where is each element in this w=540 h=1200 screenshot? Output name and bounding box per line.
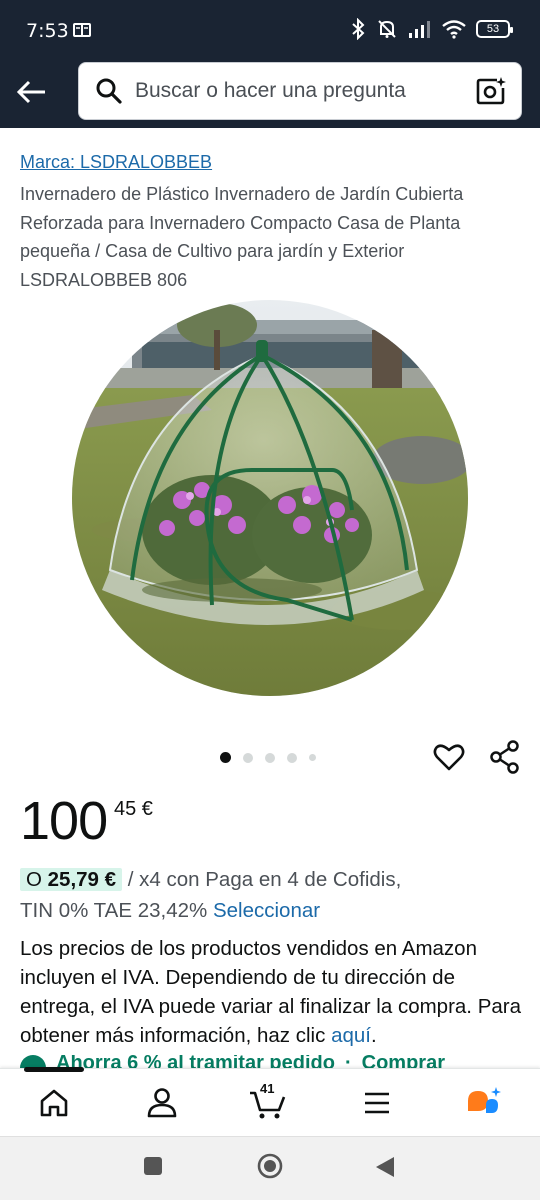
search-header: Buscar o hacer una pregunta: [0, 58, 540, 128]
home-icon[interactable]: [34, 1083, 74, 1123]
installment-prefix: O: [26, 868, 42, 891]
price-fraction: 45 €: [114, 798, 153, 820]
vat-end: .: [370, 1024, 377, 1047]
price-whole: 100: [20, 791, 108, 851]
financing-terms: TIN 0% TAE 23,42%: [20, 899, 208, 922]
installment-text: / x4 con Paga en 4 de Cofidis,: [127, 868, 402, 891]
active-tab-indicator: [24, 1067, 84, 1072]
brand-link[interactable]: Marca: LSDRALOBBEB: [20, 152, 212, 173]
rufus-icon[interactable]: [464, 1083, 504, 1123]
signal-icon: [409, 21, 430, 38]
carousel-dot[interactable]: [309, 754, 316, 761]
share-icon[interactable]: [488, 739, 522, 775]
wifi-icon: [442, 20, 466, 39]
menu-icon[interactable]: [357, 1083, 397, 1123]
recent-apps-icon[interactable]: [142, 1155, 164, 1177]
battery-icon: 53: [476, 20, 513, 38]
cart-count: 41: [260, 1081, 275, 1096]
search-input[interactable]: Buscar o hacer una pregunta: [78, 62, 522, 120]
carousel-dot[interactable]: [220, 752, 231, 763]
news-notification-icon: [73, 23, 91, 37]
vat-text: Los precios de los productos vendidos en…: [20, 937, 521, 1047]
product-title: Invernadero de Plástico Invernadero de J…: [20, 184, 464, 290]
status-bar: 7:53 53: [0, 0, 540, 58]
back-button-icon[interactable]: [374, 1155, 396, 1179]
heart-icon[interactable]: [432, 740, 466, 774]
installment-amount: 25,79 €: [47, 868, 117, 891]
price: 100 45 €: [20, 790, 153, 852]
mute-icon: [378, 20, 396, 38]
bottom-navigation: 41: [0, 1067, 540, 1136]
home-button-icon[interactable]: [256, 1152, 284, 1180]
back-arrow-icon[interactable]: [14, 74, 50, 110]
vat-notice: Los precios de los productos vendidos en…: [20, 934, 532, 1050]
bluetooth-icon: [352, 18, 365, 40]
product-image[interactable]: [72, 300, 468, 696]
carousel-dot[interactable]: [287, 752, 297, 763]
battery-level: 53: [486, 23, 500, 35]
carousel-dot[interactable]: [265, 752, 275, 763]
camera-search-icon[interactable]: [475, 75, 507, 107]
status-time: 7:53: [26, 20, 69, 42]
carousel-dot[interactable]: [243, 752, 253, 763]
vat-info-link[interactable]: aquí: [331, 1024, 371, 1047]
system-navigation-bar: [0, 1136, 540, 1200]
search-icon: [96, 78, 122, 104]
image-carousel-indicator[interactable]: [220, 752, 316, 763]
search-placeholder: Buscar o hacer una pregunta: [135, 79, 406, 102]
cart-button[interactable]: 41: [248, 1081, 288, 1123]
installment-badge: O 25,79 €: [20, 868, 123, 891]
installment-info: O 25,79 € / x4 con Paga en 4 de Cofidis,…: [20, 864, 530, 926]
account-icon[interactable]: [142, 1083, 182, 1123]
financing-select-link[interactable]: Seleccionar: [213, 899, 320, 922]
